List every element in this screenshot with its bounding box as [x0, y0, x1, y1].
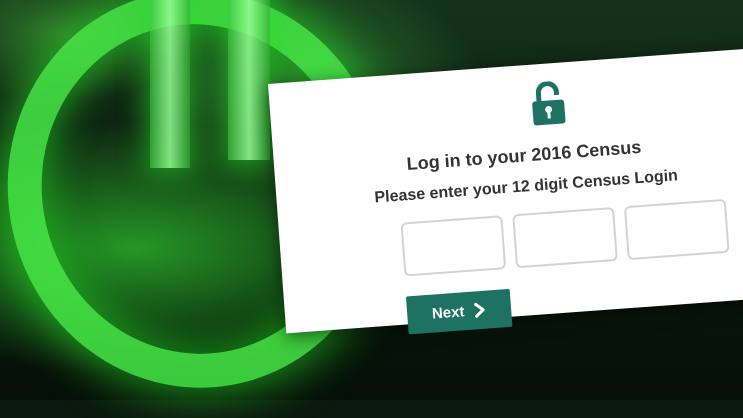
green-bar-graphic	[150, 0, 190, 168]
padlock-open-icon	[532, 81, 566, 126]
next-button-label: Next	[431, 302, 466, 323]
green-bar-graphic	[228, 0, 270, 160]
login-card: Log in to your 2016 Census Please enter …	[268, 47, 743, 335]
next-button[interactable]: Next	[405, 288, 513, 335]
chevron-right-icon	[474, 302, 485, 318]
census-login-field-3[interactable]	[623, 198, 730, 261]
census-login-field-2[interactable]	[512, 206, 618, 269]
census-login-field-1[interactable]	[400, 215, 507, 277]
